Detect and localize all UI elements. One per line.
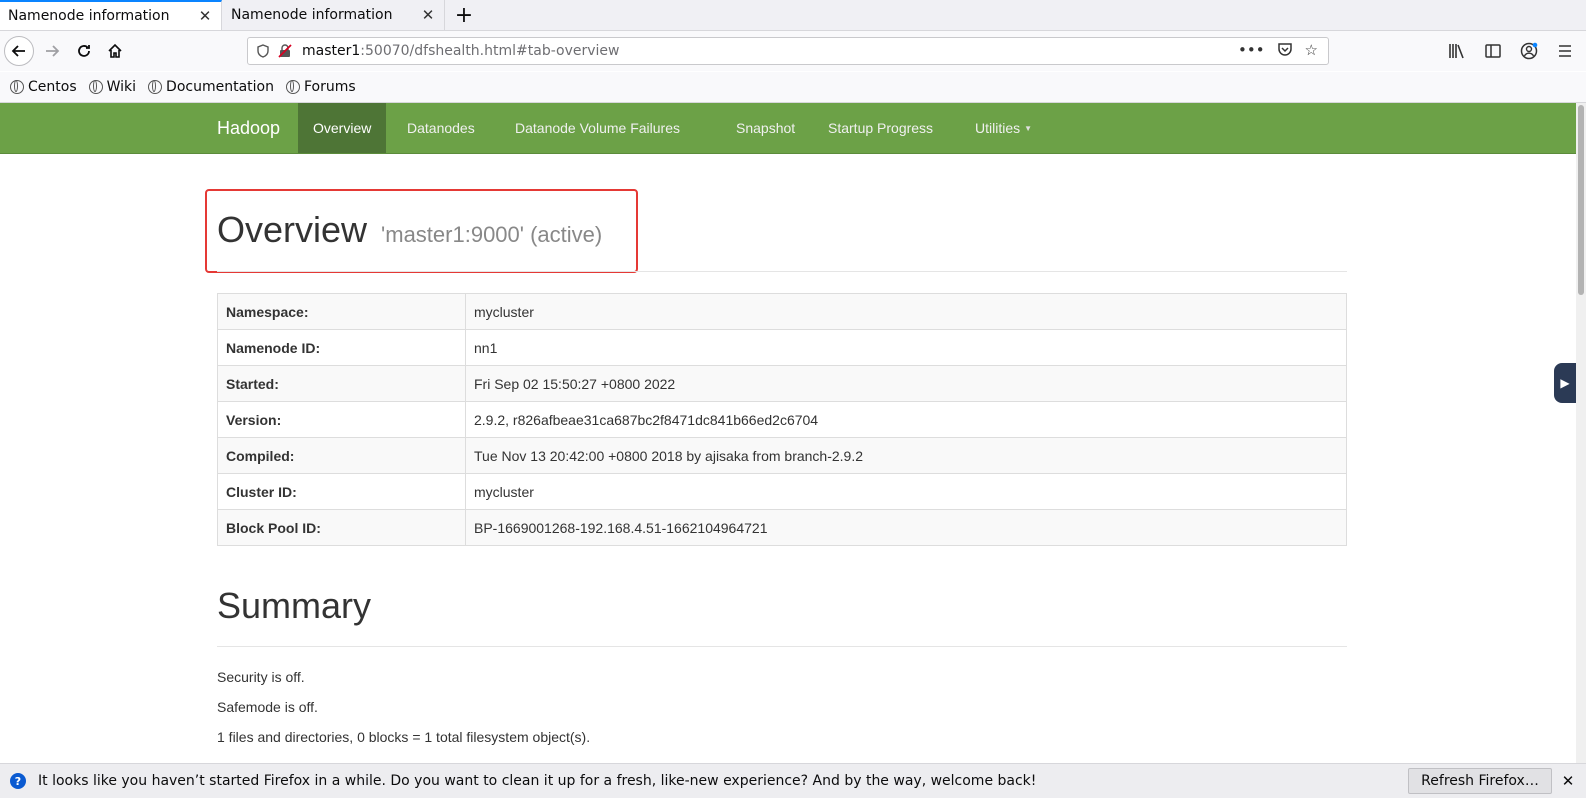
sidebar-icon[interactable] — [1482, 40, 1504, 62]
bookmark-label: Documentation — [166, 79, 274, 95]
row-label: Block Pool ID: — [217, 509, 466, 546]
pocket-icon[interactable] — [1277, 41, 1293, 61]
bookmark-forums[interactable]: Forums — [285, 79, 356, 95]
summary-heading: Summary — [217, 585, 372, 626]
close-icon[interactable]: ✕ — [1559, 772, 1577, 790]
side-panel-toggle-icon[interactable]: ▶ — [1554, 363, 1576, 403]
table-row: Namenode ID: nn1 — [217, 329, 1347, 366]
summary-line: 1 files and directories, 0 blocks = 1 to… — [217, 729, 591, 745]
reload-button[interactable] — [70, 37, 98, 65]
row-label: Started: — [217, 365, 466, 402]
row-label: Namenode ID: — [217, 329, 466, 366]
browser-tab-active[interactable]: Namenode information ✕ — [0, 0, 222, 30]
divider — [217, 271, 1347, 272]
bookmark-label: Wiki — [106, 79, 137, 95]
table-row: Namespace: mycluster — [217, 293, 1347, 330]
bookmark-star-icon[interactable]: ☆ — [1305, 41, 1318, 61]
forward-button[interactable] — [38, 37, 66, 65]
nav-datanodes[interactable]: Datanodes — [392, 103, 490, 153]
nav-overview[interactable]: Overview — [298, 103, 387, 153]
overview-title: Overview — [217, 209, 368, 250]
insecure-lock-icon[interactable] — [274, 44, 296, 58]
reload-icon — [78, 45, 90, 57]
summary-line: Security is off. — [217, 669, 305, 685]
tab-title: Namenode information — [8, 8, 170, 24]
nav-startup-progress[interactable]: Startup Progress — [813, 103, 948, 153]
library-icon[interactable] — [1446, 40, 1468, 62]
menu-icon[interactable] — [1554, 40, 1576, 62]
row-value: Tue Nov 13 20:42:00 +0800 2018 by ajisak… — [465, 437, 1347, 474]
caret-down-icon: ▼ — [1024, 124, 1033, 134]
hadoop-brand[interactable]: Hadoop — [217, 103, 280, 153]
url-path: :50070/dfshealth.html#tab-overview — [360, 43, 620, 59]
table-row: Compiled: Tue Nov 13 20:42:00 +0800 2018 … — [217, 437, 1347, 474]
row-value: Fri Sep 02 15:50:27 +0800 2022 — [465, 365, 1347, 402]
globe-icon — [88, 80, 103, 94]
table-row: Version: 2.9.2, r826afbeae31ca687bc2f8471… — [217, 401, 1347, 438]
arrow-left-icon — [11, 45, 25, 57]
browser-tab[interactable]: Namenode information ✕ — [223, 0, 445, 30]
navigation-toolbar: master1:50070/dfshealth.html#tab-overvie… — [0, 31, 1586, 71]
globe-icon — [10, 80, 24, 94]
bookmarks-toolbar: Centos Wiki Documentation Forums — [0, 72, 1586, 103]
bookmark-documentation[interactable]: Documentation — [148, 79, 274, 95]
overview-info-table: Namespace: mycluster Namenode ID: nn1 Star… — [217, 293, 1347, 546]
row-value: BP-1669001268-192.168.4.51-1662104964721 — [465, 509, 1347, 546]
row-value: 2.9.2, r826afbeae31ca687bc2f8471dc841b66… — [465, 401, 1347, 438]
row-label: Cluster ID: — [217, 473, 466, 510]
tab-title: Namenode information — [231, 7, 393, 23]
back-button[interactable] — [4, 36, 34, 66]
scrollbar-thumb[interactable] — [1578, 105, 1584, 295]
close-tab-icon[interactable]: ✕ — [197, 7, 213, 25]
page-viewport: Hadoop Overview Datanodes Datanode Volum… — [0, 103, 1576, 763]
row-label: Version: — [217, 401, 466, 438]
home-button[interactable] — [101, 37, 129, 65]
row-label: Namespace: — [217, 293, 466, 330]
bookmark-label: Centos — [28, 79, 77, 95]
url-text: master1:50070/dfshealth.html#tab-overvie… — [302, 43, 1238, 59]
account-icon[interactable] — [1518, 40, 1540, 62]
address-bar[interactable]: master1:50070/dfshealth.html#tab-overvie… — [247, 37, 1329, 65]
nav-utilities[interactable]: Utilities ▼ — [960, 103, 1047, 153]
shield-icon[interactable] — [252, 44, 274, 58]
overview-subtitle: 'master1:9000' (active) — [381, 222, 603, 247]
vertical-scrollbar[interactable] — [1576, 103, 1586, 763]
divider — [217, 646, 1347, 647]
overview-heading: Overview 'master1:9000' (active) — [217, 209, 602, 251]
arrow-right-icon — [46, 45, 60, 57]
table-row: Started: Fri Sep 02 15:50:27 +0800 2022 — [217, 365, 1347, 402]
row-value: mycluster — [465, 473, 1347, 510]
url-host: master1 — [302, 43, 361, 59]
tab-strip: Namenode information ✕ Namenode informat… — [0, 0, 1586, 31]
table-row: Block Pool ID: BP-1669001268-192.168.4.51… — [217, 509, 1347, 546]
nav-datanode-volume-failures[interactable]: Datanode Volume Failures — [500, 103, 695, 153]
nav-utilities-label: Utilities — [975, 120, 1021, 136]
hadoop-navbar: Hadoop Overview Datanodes Datanode Volum… — [0, 103, 1576, 154]
globe-icon — [285, 80, 300, 94]
new-tab-icon[interactable]: + — [452, 3, 476, 28]
bookmark-label: Forums — [303, 79, 356, 95]
notification-bar: ? It looks like you haven’t started Fire… — [0, 763, 1586, 798]
summary-line: Safemode is off. — [217, 699, 318, 715]
bookmark-centos[interactable]: Centos — [10, 79, 77, 95]
table-row: Cluster ID: mycluster — [217, 473, 1347, 510]
refresh-firefox-button[interactable]: Refresh Firefox… — [1408, 768, 1552, 794]
home-icon — [108, 43, 122, 58]
row-value: mycluster — [465, 293, 1347, 330]
close-tab-icon[interactable]: ✕ — [420, 6, 436, 24]
globe-icon — [148, 80, 163, 94]
bookmark-wiki[interactable]: Wiki — [88, 79, 137, 95]
row-value: nn1 — [465, 329, 1347, 366]
row-label: Compiled: — [217, 437, 466, 474]
page-actions-icon[interactable]: ••• — [1238, 41, 1265, 61]
help-icon: ? — [10, 773, 26, 789]
nav-snapshot[interactable]: Snapshot — [721, 103, 810, 153]
notification-message: It looks like you haven’t started Firefo… — [38, 773, 1037, 789]
